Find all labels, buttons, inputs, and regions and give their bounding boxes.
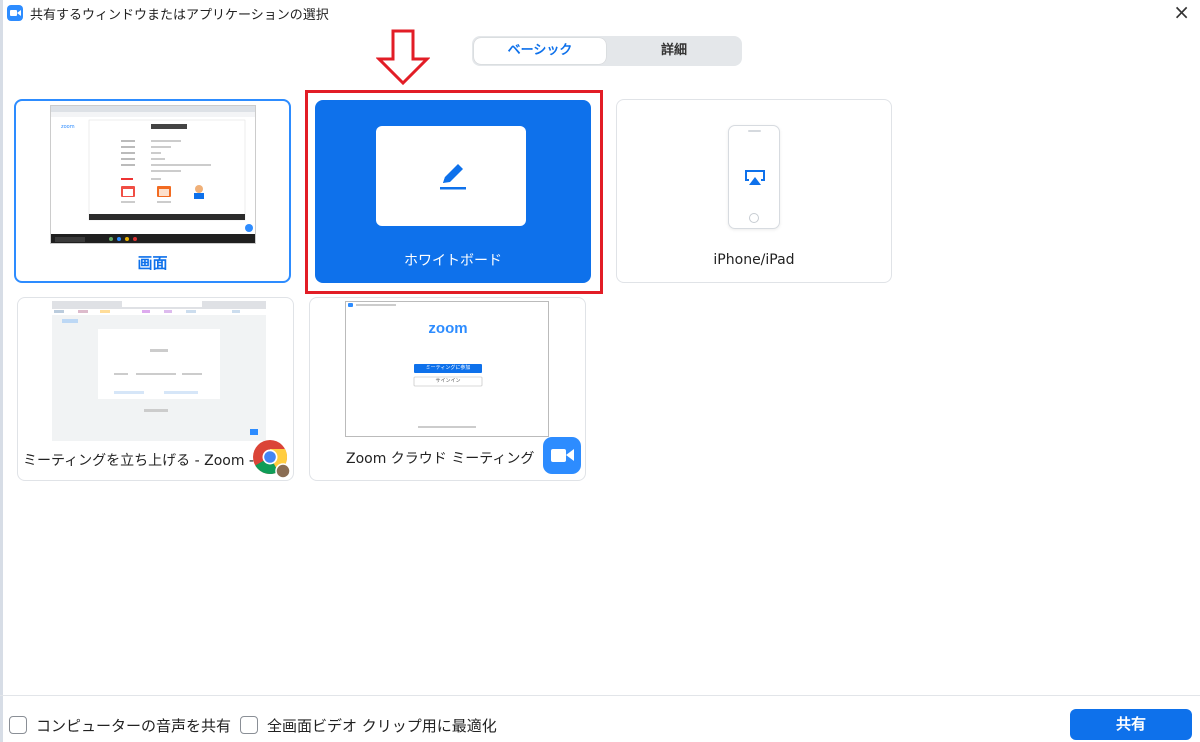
chrome-icon bbox=[253, 440, 291, 479]
chrome-window-thumbnail bbox=[52, 301, 266, 441]
title-bar: 共有するウィンドウまたはアプリケーションの選択 × bbox=[0, 0, 1200, 26]
highlight-box bbox=[305, 90, 603, 294]
share-audio-label: コンピューターの音声を共有 bbox=[36, 716, 232, 735]
share-type-tabs: ベーシック 詳細 bbox=[472, 36, 742, 66]
tile-screen-label: 画面 bbox=[137, 254, 168, 272]
tile-chrome-label: ミーティングを立ち上げる - Zoom - ... bbox=[23, 453, 272, 469]
optimize-video-checkbox-box[interactable] bbox=[240, 716, 258, 734]
window-left-border bbox=[0, 0, 3, 742]
zoom-app-icon bbox=[7, 5, 23, 21]
window-title: 共有するウィンドウまたはアプリケーションの選択 bbox=[30, 8, 329, 23]
close-icon[interactable]: × bbox=[1173, 1, 1190, 23]
svg-text:zoom: zoom bbox=[61, 124, 75, 130]
tile-zoom-label: Zoom クラウド ミーティング bbox=[346, 451, 535, 467]
phone-illustration bbox=[728, 125, 780, 229]
thumb-zoom-logo: zoom bbox=[428, 320, 468, 337]
optimize-video-checkbox[interactable]: 全画面ビデオ クリップ用に最適化 bbox=[240, 714, 497, 736]
tile-iphone-label: iPhone/iPad bbox=[713, 252, 795, 268]
tab-advanced[interactable]: 詳細 bbox=[608, 38, 740, 64]
footer-divider bbox=[0, 695, 1200, 696]
airplay-icon bbox=[745, 170, 765, 185]
zoom-video-icon bbox=[543, 437, 581, 474]
screen-thumbnail: zoom bbox=[50, 105, 256, 244]
tile-screen[interactable]: zoom 画面 bbox=[14, 99, 291, 283]
zoom-window-thumbnail: zoom ミーティングに参加 サインイン bbox=[345, 301, 549, 437]
thumb-signin-button: サインイン bbox=[435, 378, 461, 384]
share-button[interactable]: 共有 bbox=[1070, 709, 1192, 740]
share-audio-checkbox[interactable]: コンピューターの音声を共有 bbox=[9, 714, 231, 736]
share-audio-checkbox-box[interactable] bbox=[9, 716, 27, 734]
tile-chrome-window[interactable]: ミーティングを立ち上げる - Zoom - ... bbox=[17, 297, 294, 481]
optimize-video-label: 全画面ビデオ クリップ用に最適化 bbox=[267, 716, 497, 735]
thumb-join-button: ミーティングに参加 bbox=[425, 365, 471, 371]
tab-basic[interactable]: ベーシック bbox=[474, 38, 606, 64]
tile-zoom-window[interactable]: zoom ミーティングに参加 サインイン Zoom クラウド ミーティング bbox=[309, 297, 586, 481]
tile-iphone-ipad[interactable]: iPhone/iPad bbox=[616, 99, 892, 283]
down-arrow-icon bbox=[376, 29, 430, 86]
